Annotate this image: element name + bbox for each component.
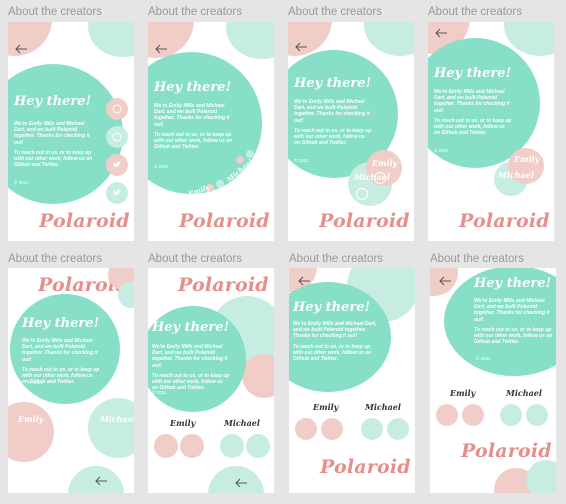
app-logo: Polaroid	[178, 274, 269, 296]
heading: Hey there!	[293, 300, 371, 315]
frame-caption: About the creators	[8, 253, 102, 265]
artboard-8: Hey there! We're Emily Mills and Michael…	[430, 268, 556, 493]
intro-text: We're Emily Mills and Michael Dart, and …	[474, 298, 553, 346]
heading: Hey there!	[434, 66, 512, 81]
back-arrow-icon[interactable]	[234, 478, 248, 488]
app-logo: Polaroid	[320, 456, 411, 478]
twitter-button[interactable]	[106, 154, 128, 176]
github-button[interactable]	[154, 434, 178, 458]
github-button[interactable]	[361, 418, 383, 440]
artboard-6: Polaroid Hey there! We're Emily Mills an…	[148, 268, 274, 493]
emily-circle	[8, 402, 54, 462]
frame-caption: About the creators	[148, 253, 242, 265]
decor-circle	[118, 282, 134, 308]
copyright: © 2021	[14, 180, 29, 185]
intro-text: We're Emily Mills and Michael Dart, and …	[154, 103, 233, 151]
back-arrow-icon[interactable]	[438, 276, 452, 286]
github-button[interactable]	[295, 418, 317, 440]
michael-circle	[88, 398, 134, 458]
artboard-2: Hey there! We're Emily Mills and Michael…	[148, 22, 274, 241]
back-arrow-icon[interactable]	[14, 44, 28, 54]
back-arrow-icon[interactable]	[94, 476, 108, 486]
decor-circle	[364, 22, 414, 56]
artboard-4: Hey there! We're Emily Mills and Michael…	[428, 22, 554, 241]
artboard-1: Hey there! We're Emily Mills and Michael…	[8, 22, 134, 241]
github-button[interactable]	[106, 126, 128, 148]
artboard-5: Polaroid Hey there! We're Emily Mills an…	[8, 268, 134, 493]
app-logo: Polaroid	[319, 210, 410, 232]
michael-label: Michael	[506, 388, 542, 398]
copyright: © 2021	[294, 158, 309, 163]
intro-text: We're Emily Mills and Michael Dart, and …	[294, 99, 372, 147]
copyright: © 2021	[154, 164, 169, 169]
michael-label: Michael	[100, 414, 134, 424]
github-button[interactable]	[436, 404, 458, 426]
twitter-button[interactable]	[180, 434, 204, 458]
intro-text: We're Emily Mills and Michael Dart, and …	[293, 321, 377, 363]
heading: Hey there!	[152, 320, 230, 335]
intro-text: We're Emily Mills and Michael Dart, and …	[14, 121, 93, 169]
decor-circle	[242, 354, 274, 398]
app-logo: Polaroid	[39, 210, 130, 232]
copyright: © 2021	[28, 380, 43, 385]
back-arrow-icon[interactable]	[294, 42, 308, 52]
decor-circle	[526, 460, 556, 493]
back-arrow-icon[interactable]	[154, 44, 168, 54]
twitter-button[interactable]	[321, 418, 343, 440]
twitter-button[interactable]	[387, 418, 409, 440]
twitter-button[interactable]	[526, 404, 548, 426]
emily-label: Emily	[170, 418, 196, 428]
twitter-button[interactable]	[106, 182, 128, 204]
michael-label: Michael	[498, 170, 534, 180]
github-button[interactable]	[374, 172, 386, 184]
github-button[interactable]	[220, 434, 244, 458]
app-logo: Polaroid	[459, 210, 550, 232]
twitter-button[interactable]	[216, 180, 224, 188]
copyright: © 2021	[152, 390, 167, 395]
twitter-button[interactable]	[246, 434, 270, 458]
michael-label: Michael	[365, 402, 401, 412]
app-logo: Polaroid	[179, 210, 270, 232]
michael-label: Michael	[224, 418, 260, 428]
emily-label: Emily	[450, 388, 476, 398]
copyright: © 2021	[476, 356, 491, 361]
heading: Hey there!	[154, 80, 232, 95]
frame-caption: About the creators	[288, 6, 382, 18]
heading: Hey there!	[22, 316, 100, 331]
decor-circle	[88, 22, 134, 57]
github-button[interactable]	[356, 188, 368, 200]
emily-label: Emily	[18, 414, 44, 424]
heading: Hey there!	[294, 76, 372, 91]
app-logo: Polaroid	[461, 440, 552, 462]
emily-label: Emily	[514, 154, 540, 164]
twitter-button[interactable]	[462, 404, 484, 426]
frame-caption: About the creators	[8, 6, 102, 18]
frame-caption: About the creators	[289, 253, 383, 265]
frame-caption: About the creators	[428, 6, 522, 18]
heading: Hey there!	[14, 94, 92, 109]
intro-text: We're Emily Mills and Michael Dart, and …	[152, 344, 230, 392]
frame-caption: About the creators	[430, 253, 524, 265]
github-button[interactable]	[106, 98, 128, 120]
heading: Hey there!	[474, 276, 552, 291]
emily-label: Emily	[372, 158, 398, 168]
copyright: © 2021	[434, 148, 449, 153]
artboard-3: Hey there! We're Emily Mills and Michael…	[288, 22, 414, 241]
emily-label: Emily	[313, 402, 339, 412]
github-button[interactable]	[500, 404, 522, 426]
artboard-7: Hey there! We're Emily Mills and Michael…	[289, 268, 415, 493]
back-arrow-icon[interactable]	[434, 28, 448, 38]
decor-circle	[226, 22, 274, 59]
frame-caption: About the creators	[148, 6, 242, 18]
intro-text: We're Emily Mills and Michael Dart, and …	[434, 89, 512, 137]
